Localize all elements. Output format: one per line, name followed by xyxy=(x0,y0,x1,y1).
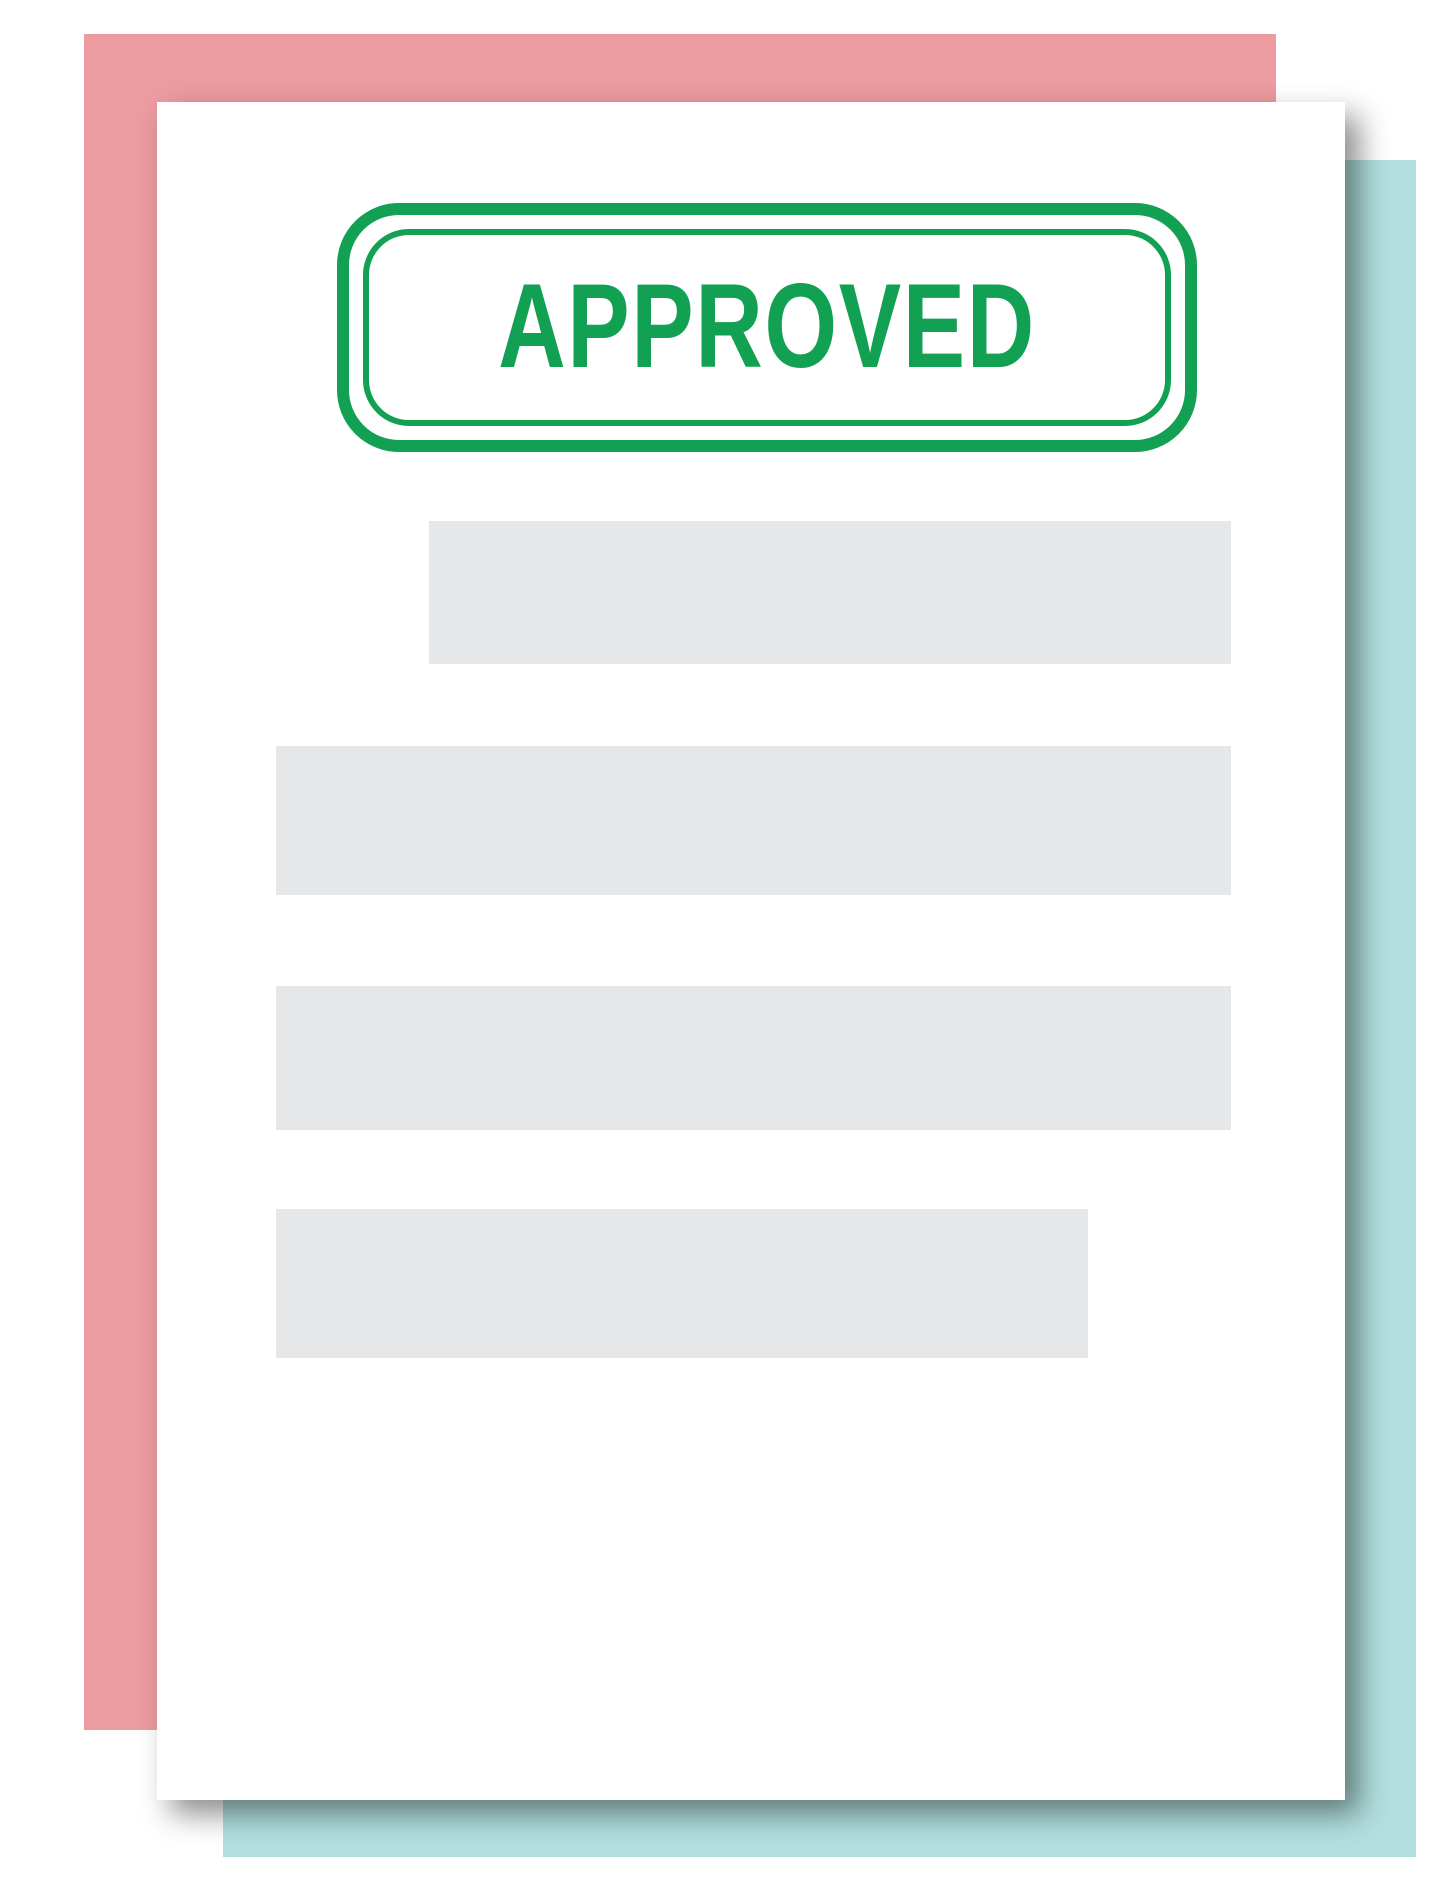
text-placeholder-line-1 xyxy=(429,521,1231,664)
document-sheet: APPROVED xyxy=(157,102,1345,1800)
text-placeholder-line-4 xyxy=(276,1209,1088,1358)
stamp-text: APPROVED xyxy=(498,259,1036,393)
approved-stamp: APPROVED xyxy=(337,203,1197,452)
text-placeholder-line-3 xyxy=(276,986,1231,1130)
text-placeholder-line-2 xyxy=(276,746,1231,895)
